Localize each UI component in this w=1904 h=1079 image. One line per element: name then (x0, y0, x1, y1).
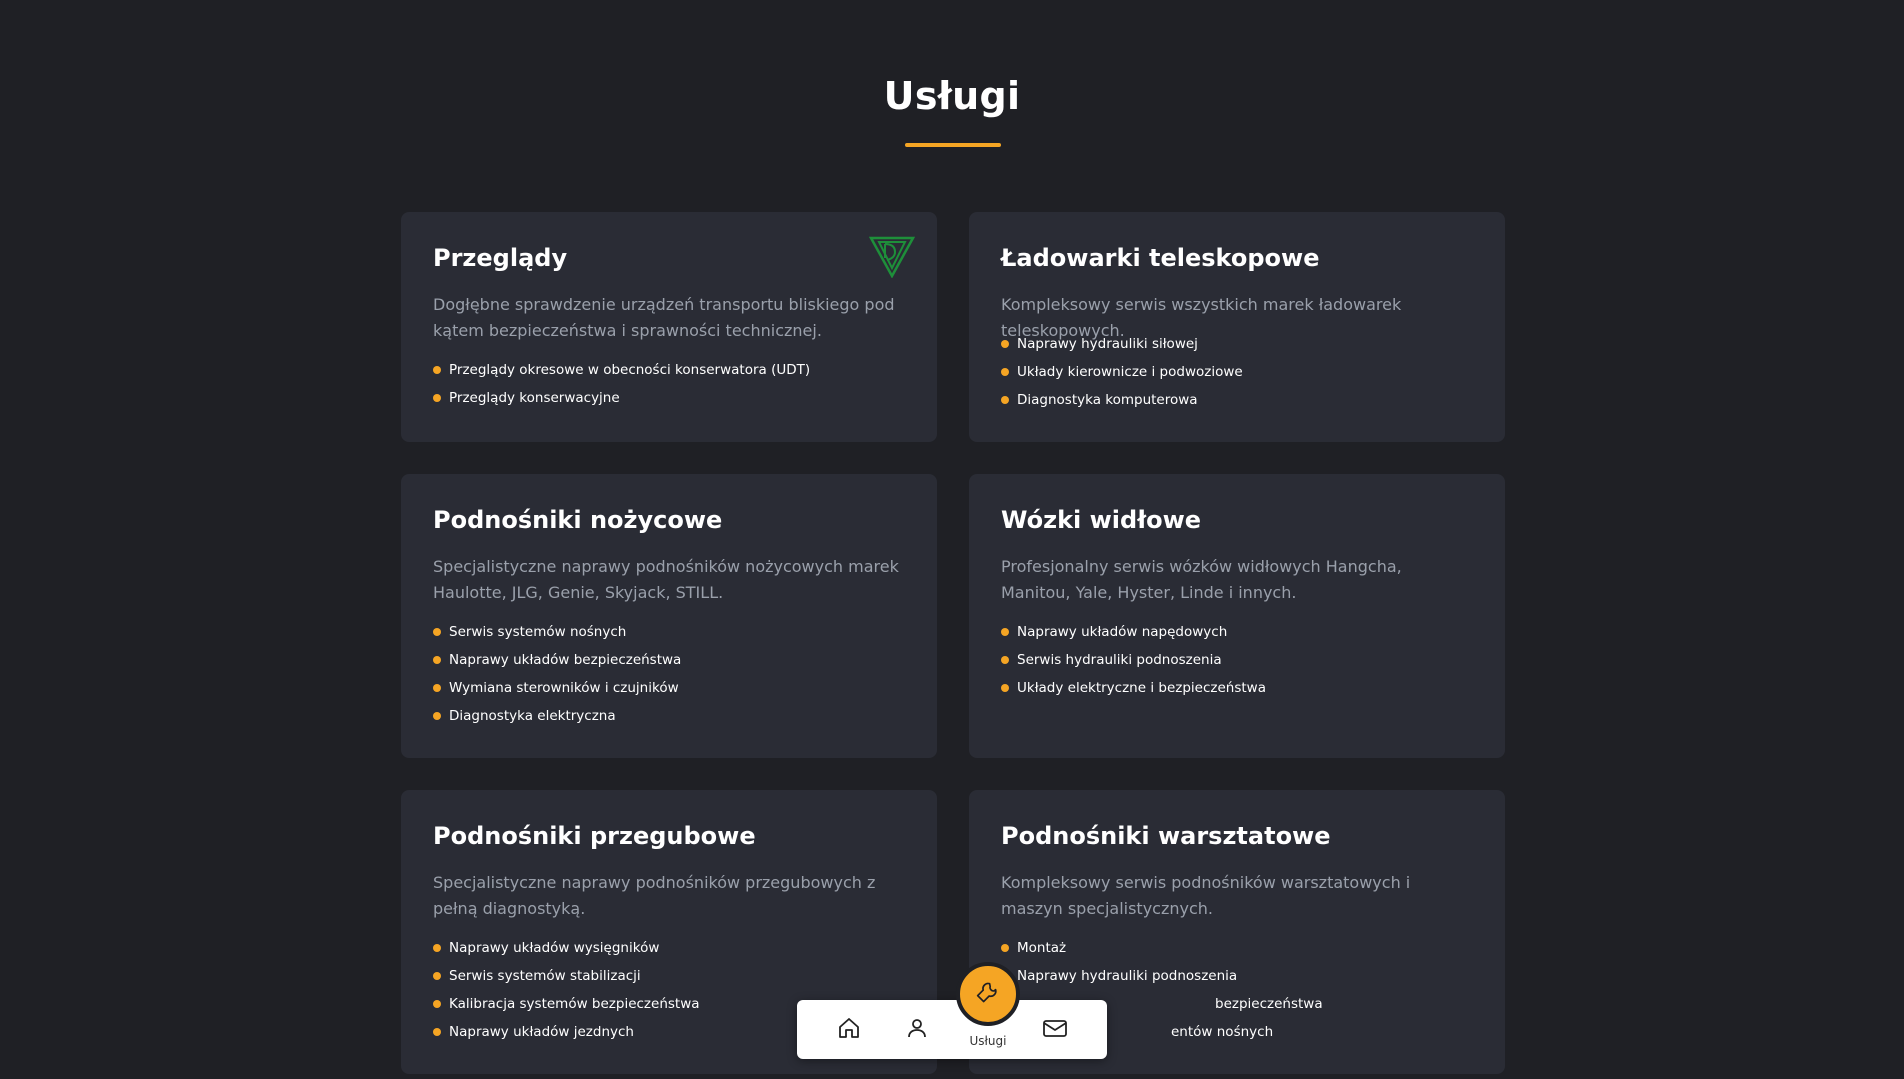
card-list: Przeglądy okresowe w obecności konserwat… (433, 356, 905, 412)
bullet-dot-icon (433, 712, 441, 720)
bottom-navigation (797, 1000, 1107, 1059)
list-item: Wymiana sterowników i czujników (433, 674, 905, 702)
card-title: Wózki widłowe (1001, 506, 1202, 534)
card-description: Kompleksowy serwis podnośników warsztato… (1001, 873, 1411, 918)
service-card-przeglady: Przeglądy Dogłębne sprawdzenie urządzeń … (401, 212, 937, 442)
list-item: Serwis hydrauliki podnoszenia (1001, 646, 1473, 674)
bullet-dot-icon (1001, 628, 1009, 636)
card-list: Serwis systemów nośnych Naprawy układów … (433, 618, 905, 730)
bullet-dot-icon (1001, 396, 1009, 404)
bullet-dot-icon (1001, 656, 1009, 664)
card-description: Profesjonalny serwis wózków widłowych Ha… (1001, 557, 1402, 602)
card-list: Naprawy hydrauliki siłowej Układy kierow… (1001, 330, 1473, 414)
card-list: Naprawy układów napędowych Serwis hydrau… (1001, 618, 1473, 702)
bullet-dot-icon (433, 1000, 441, 1008)
list-item: Układy elektryczne i bezpieczeństwa (1001, 674, 1473, 702)
nav-services-label: Usługi (969, 1034, 1007, 1048)
list-item: Montaż (1001, 934, 1473, 962)
user-icon (908, 1019, 926, 1038)
service-card-nozycowe: Podnośniki nożycowe Specjalistyczne napr… (401, 474, 937, 758)
card-title: Podnośniki warsztatowe (1001, 822, 1331, 850)
bullet-dot-icon (433, 394, 441, 402)
card-description: Specjalistyczne naprawy podnośników prze… (433, 873, 876, 918)
service-card-wozki: Wózki widłowe Profesjonalny serwis wózkó… (969, 474, 1505, 758)
bullet-dot-icon (433, 944, 441, 952)
services-page: Usługi Przeglądy Dogłębne sprawdzenie ur… (0, 0, 1904, 1079)
card-title: Podnośniki przegubowe (433, 822, 756, 850)
list-item: Serwis systemów nośnych (433, 618, 905, 646)
list-item: Przeglądy okresowe w obecności konserwat… (433, 356, 905, 384)
bullet-dot-icon (1001, 944, 1009, 952)
bullet-dot-icon (433, 684, 441, 692)
list-item: Naprawy układów napędowych (1001, 618, 1473, 646)
bullet-dot-icon (1001, 368, 1009, 376)
list-item: Naprawy hydrauliki siłowej (1001, 330, 1473, 358)
list-item: Naprawy układów bezpieczeństwa (433, 646, 905, 674)
card-description: Specjalistyczne naprawy podnośników noży… (433, 557, 899, 602)
card-description: Dogłębne sprawdzenie urządzeń transportu… (433, 295, 895, 340)
list-item: Diagnostyka komputerowa (1001, 386, 1473, 414)
udt-logo-icon (869, 236, 915, 278)
list-item: Serwis systemów stabilizacji (433, 962, 905, 990)
list-item: Układy kierownicze i podwoziowe (1001, 358, 1473, 386)
list-item: Naprawy układów wysięgników (433, 934, 905, 962)
bullet-dot-icon (433, 628, 441, 636)
bullet-dot-icon (1001, 684, 1009, 692)
bullet-dot-icon (433, 1028, 441, 1036)
bullet-dot-icon (433, 972, 441, 980)
card-title: Ładowarki teleskopowe (1001, 244, 1320, 272)
bullet-dot-icon (433, 366, 441, 374)
list-item: Przeglądy konserwacyjne (433, 384, 905, 412)
list-item: Naprawy hydrauliki podnoszenia (1001, 962, 1473, 990)
home-icon (839, 1018, 859, 1038)
service-card-ladowarki: Ładowarki teleskopowe Kompleksowy serwis… (969, 212, 1505, 442)
list-item: Diagnostyka elektryczna (433, 702, 905, 730)
nav-home[interactable] (835, 1014, 863, 1042)
title-underline (905, 143, 1001, 147)
bullet-dot-icon (433, 656, 441, 664)
nav-services-active[interactable] (956, 962, 1020, 1026)
card-title: Podnośniki nożycowe (433, 506, 723, 534)
section-title: Usługi (883, 74, 1021, 118)
nav-profile[interactable] (903, 1014, 931, 1042)
card-title: Przeglądy (433, 244, 568, 272)
mail-icon (1043, 1020, 1067, 1037)
wrench-icon (976, 982, 997, 1003)
bullet-dot-icon (1001, 340, 1009, 348)
nav-contact[interactable] (1041, 1014, 1069, 1042)
